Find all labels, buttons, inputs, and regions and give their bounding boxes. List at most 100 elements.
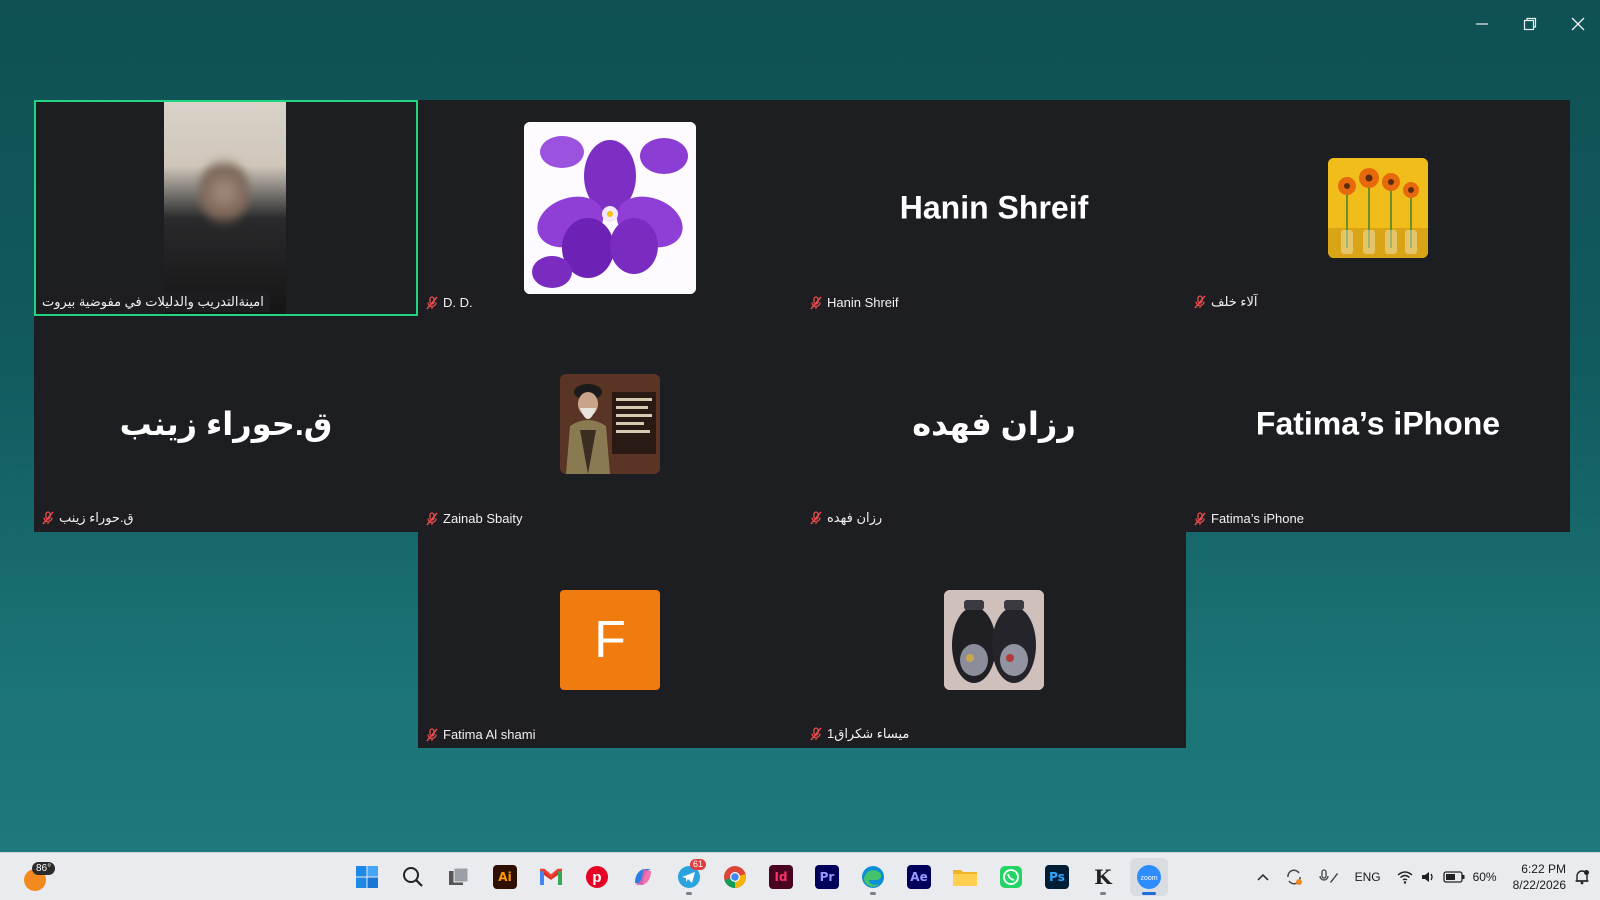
- participant-name: رزان فهده: [827, 510, 883, 525]
- running-indicator: [1100, 892, 1106, 895]
- system-tray: ENG 60% 6:22 PM 8/22/2026: [1249, 853, 1600, 900]
- blurred-face: [199, 157, 249, 227]
- after-effects-app[interactable]: Ae: [900, 858, 938, 896]
- participant-avatar: [524, 122, 696, 294]
- language-indicator[interactable]: ENG: [1347, 853, 1389, 900]
- participant-tile[interactable]: Zainab Sbaity: [418, 316, 802, 532]
- edge-app[interactable]: [854, 858, 892, 896]
- participant-tile[interactable]: ق.حوراء زينب ق.حوراء زينب: [34, 316, 418, 532]
- participant-tile[interactable]: امينةالتدريب والدليلات في مفوضية بيروت: [34, 100, 418, 316]
- windows-icon: [356, 866, 378, 888]
- mic-muted-icon: [42, 511, 54, 525]
- clock[interactable]: 6:22 PM 8/22/2026: [1505, 853, 1572, 900]
- whatsapp-app[interactable]: [992, 858, 1030, 896]
- svg-text:K: K: [1094, 865, 1112, 889]
- edge-icon: [862, 866, 884, 888]
- taskbar-apps: Ai p 61 Id Pr Ae Ps K zoom: [348, 858, 1168, 896]
- notifications-button[interactable]: [1572, 853, 1600, 900]
- participant-avatar: [944, 590, 1044, 690]
- participant-name-tag: امينةالتدريب والدليلات في مفوضية بيروت: [38, 292, 270, 312]
- participant-avatar: [560, 374, 660, 474]
- gmail-app[interactable]: [532, 858, 570, 896]
- pinterest-app[interactable]: p: [578, 858, 616, 896]
- participant-tile[interactable]: رزان فهده رزان فهده: [802, 316, 1186, 532]
- mic-muted-icon: [426, 727, 438, 741]
- participant-name-tag: ميساء شكراق1: [806, 724, 916, 744]
- mic-muted-icon: [426, 511, 438, 525]
- zoom-app[interactable]: zoom: [1130, 858, 1168, 896]
- file-explorer-app[interactable]: [946, 858, 984, 896]
- participant-name: آلاء خلف: [1211, 294, 1258, 309]
- search-button[interactable]: [394, 858, 432, 896]
- chrome-icon: [724, 866, 746, 888]
- task-view-icon: [449, 867, 469, 885]
- running-indicator: [1142, 892, 1156, 895]
- participant-name: ق.حوراء زينب: [59, 510, 134, 525]
- shoes-image: [944, 590, 1044, 690]
- mic-muted-icon: [810, 727, 822, 741]
- participant-name: Fatima Al shami: [443, 727, 536, 742]
- participant-name-tag: Zainab Sbaity: [422, 509, 529, 528]
- clock-date: 8/22/2026: [1512, 878, 1566, 892]
- participant-name: D. D.: [443, 295, 473, 310]
- wifi-icon: [1397, 871, 1413, 884]
- kmplayer-icon: K: [1094, 865, 1112, 889]
- after-effects-icon: Ae: [907, 865, 931, 889]
- notification-bell-icon: [1575, 870, 1589, 885]
- participant-display-name: Hanin Shreif: [899, 189, 1089, 226]
- chrome-app[interactable]: [716, 858, 754, 896]
- telegram-app[interactable]: 61: [670, 858, 708, 896]
- sync-status[interactable]: [1277, 853, 1311, 900]
- pen-input[interactable]: [1311, 853, 1347, 900]
- zoom-icon: zoom: [1137, 865, 1161, 889]
- copilot-icon: [635, 869, 651, 885]
- participant-name: Fatima’s iPhone: [1211, 511, 1304, 526]
- folder-icon: [953, 870, 977, 886]
- search-icon: [403, 867, 423, 887]
- copilot-app[interactable]: [624, 858, 662, 896]
- task-view-button[interactable]: [440, 858, 478, 896]
- participant-tile[interactable]: آلاء خلف: [1186, 100, 1570, 316]
- volume-icon: [1421, 872, 1433, 882]
- running-indicator: [686, 892, 692, 895]
- start-button[interactable]: [348, 858, 386, 896]
- participant-name: امينةالتدريب والدليلات في مفوضية بيروت: [42, 294, 264, 309]
- portrait-image: [560, 374, 660, 474]
- participant-tile[interactable]: ميساء شكراق1: [802, 532, 1186, 748]
- participant-display-name: ق.حوراء زينب: [119, 406, 333, 442]
- participant-tile[interactable]: Hanin Shreif Hanin Shreif: [802, 100, 1186, 316]
- participant-display-name: رزان فهده: [912, 406, 1076, 442]
- notification-badge: 61: [689, 859, 706, 870]
- premiere-icon: Pr: [815, 865, 839, 889]
- svg-text:zoom: zoom: [1140, 875, 1157, 882]
- kmplayer-app[interactable]: K: [1084, 858, 1122, 896]
- quick-settings[interactable]: 60%: [1389, 853, 1505, 900]
- battery-percent: 60%: [1472, 870, 1497, 884]
- participant-tile[interactable]: F Fatima Al shami: [418, 532, 802, 748]
- whatsapp-icon: [1000, 866, 1022, 888]
- premiere-app[interactable]: Pr: [808, 858, 846, 896]
- indesign-app[interactable]: Id: [762, 858, 800, 896]
- running-indicator: [870, 892, 876, 895]
- illustrator-icon: Ai: [493, 865, 517, 889]
- taskbar: 86° Ai p 61 Id Pr Ae Ps K zoom ENG 60% 6…: [0, 852, 1600, 900]
- photoshop-icon: Ps: [1045, 865, 1069, 889]
- weather-widget[interactable]: 86°: [22, 861, 56, 893]
- weather-temperature: 86°: [32, 862, 56, 875]
- participant-name-tag: ق.حوراء زينب: [38, 508, 140, 528]
- chevron-up-icon: [1257, 873, 1269, 881]
- photoshop-app[interactable]: Ps: [1038, 858, 1076, 896]
- participant-name-tag: Hanin Shreif: [806, 293, 905, 312]
- participant-tile[interactable]: Fatima’s iPhone Fatima’s iPhone: [1186, 316, 1570, 532]
- indesign-icon: Id: [769, 865, 793, 889]
- participant-video: [164, 102, 286, 314]
- show-hidden-icons-button[interactable]: [1249, 853, 1277, 900]
- pen-mic-icon: [1318, 869, 1338, 883]
- participant-tile[interactable]: D. D.: [418, 100, 802, 316]
- mic-muted-icon: [1194, 295, 1206, 309]
- illustrator-app[interactable]: Ai: [486, 858, 524, 896]
- participant-name-tag: رزان فهده: [806, 508, 889, 528]
- participant-avatar: [1328, 158, 1428, 258]
- mic-muted-icon: [810, 295, 822, 309]
- mic-muted-icon: [810, 511, 822, 525]
